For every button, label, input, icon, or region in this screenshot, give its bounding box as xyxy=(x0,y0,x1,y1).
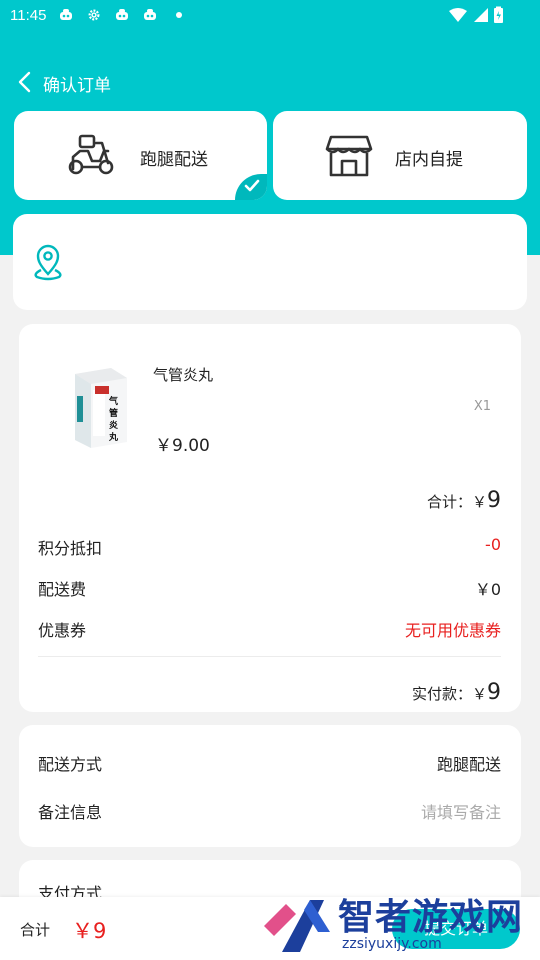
points-label: 积分抵扣 xyxy=(38,539,103,558)
delivery-method-value: 跑腿配送 xyxy=(436,755,501,774)
wifi-icon xyxy=(449,8,467,22)
signal-icon xyxy=(474,8,488,22)
paid-label: 实付款： xyxy=(411,685,472,703)
page-title: 确认订单 xyxy=(43,76,111,96)
scooter-icon xyxy=(68,134,114,175)
svg-text:炎: 炎 xyxy=(109,420,118,431)
settings-icon xyxy=(88,9,100,21)
product-box-text: 气 xyxy=(108,395,118,407)
bottom-bar: 合计 ￥9 提交订单 xyxy=(0,897,540,960)
subtotal-label: 合计： xyxy=(426,493,472,511)
status-indicators xyxy=(449,6,503,23)
product-price: ￥9.00 xyxy=(155,436,210,456)
svg-text:丸: 丸 xyxy=(108,431,119,443)
selected-check-badge xyxy=(235,174,267,200)
note-label: 备注信息 xyxy=(38,803,103,822)
product-quantity: X1 xyxy=(473,399,491,414)
coupon-value[interactable]: 无可用优惠券 xyxy=(405,617,501,641)
notification-icon xyxy=(144,9,156,20)
shipping-value: ￥0 xyxy=(474,580,501,599)
info-card: 配送方式 跑腿配送 备注信息 请填写备注 xyxy=(19,725,521,847)
delivery-method-row[interactable]: 配送方式 跑腿配送 xyxy=(38,751,501,775)
product-image: 气 管 炎 丸 xyxy=(75,368,127,448)
subtotal-value: 9 xyxy=(487,488,501,513)
note-row[interactable]: 备注信息 请填写备注 xyxy=(38,799,501,823)
paid-amount: 实付款：￥9 xyxy=(412,680,501,705)
delivery-mode-runner[interactable]: 跑腿配送 xyxy=(14,111,267,200)
location-pin-icon xyxy=(34,244,62,281)
points-value: -0 xyxy=(485,535,501,554)
svg-text:管: 管 xyxy=(109,407,118,419)
coupon-label: 优惠券 xyxy=(38,621,87,640)
subtotal-currency: ￥ xyxy=(471,493,487,511)
status-bar: 11:45 xyxy=(0,0,540,32)
delivery-method-label: 配送方式 xyxy=(38,755,103,774)
order-card: 气 管 炎 丸 气管炎丸 X1 ￥9.00 合计：￥9 积分抵扣 -0 配送费 … xyxy=(19,324,521,712)
paid-currency: ￥ xyxy=(471,685,487,703)
shipping-label: 配送费 xyxy=(38,580,87,599)
total-label: 合计 xyxy=(20,921,51,939)
checkmark-icon xyxy=(244,179,260,192)
total-value: ￥9 xyxy=(72,919,107,943)
notification-icon xyxy=(60,9,72,20)
delivery-mode-pickup[interactable]: 店内自提 xyxy=(273,111,527,200)
address-card[interactable] xyxy=(13,214,527,310)
status-time: 11:45 xyxy=(10,7,47,24)
paid-value: 9 xyxy=(487,680,501,705)
coupon-row[interactable]: 优惠券 无可用优惠券 xyxy=(38,617,501,641)
status-dot xyxy=(176,12,182,18)
divider xyxy=(38,656,501,657)
submit-order-button[interactable]: 提交订单 xyxy=(392,909,520,949)
product-name: 气管炎丸 xyxy=(153,366,214,384)
store-icon xyxy=(325,135,373,177)
back-arrow-icon[interactable] xyxy=(16,71,34,93)
subtotal: 合计：￥9 xyxy=(427,488,501,513)
delivery-mode-label: 跑腿配送 xyxy=(140,150,208,170)
notification-icon xyxy=(116,9,128,20)
delivery-mode-label: 店内自提 xyxy=(395,150,463,170)
note-input[interactable]: 请填写备注 xyxy=(421,799,501,823)
shipping-row: 配送费 ￥0 xyxy=(38,576,501,600)
nav-bar: 确认订单 xyxy=(0,60,540,104)
points-row: 积分抵扣 -0 xyxy=(38,535,501,559)
